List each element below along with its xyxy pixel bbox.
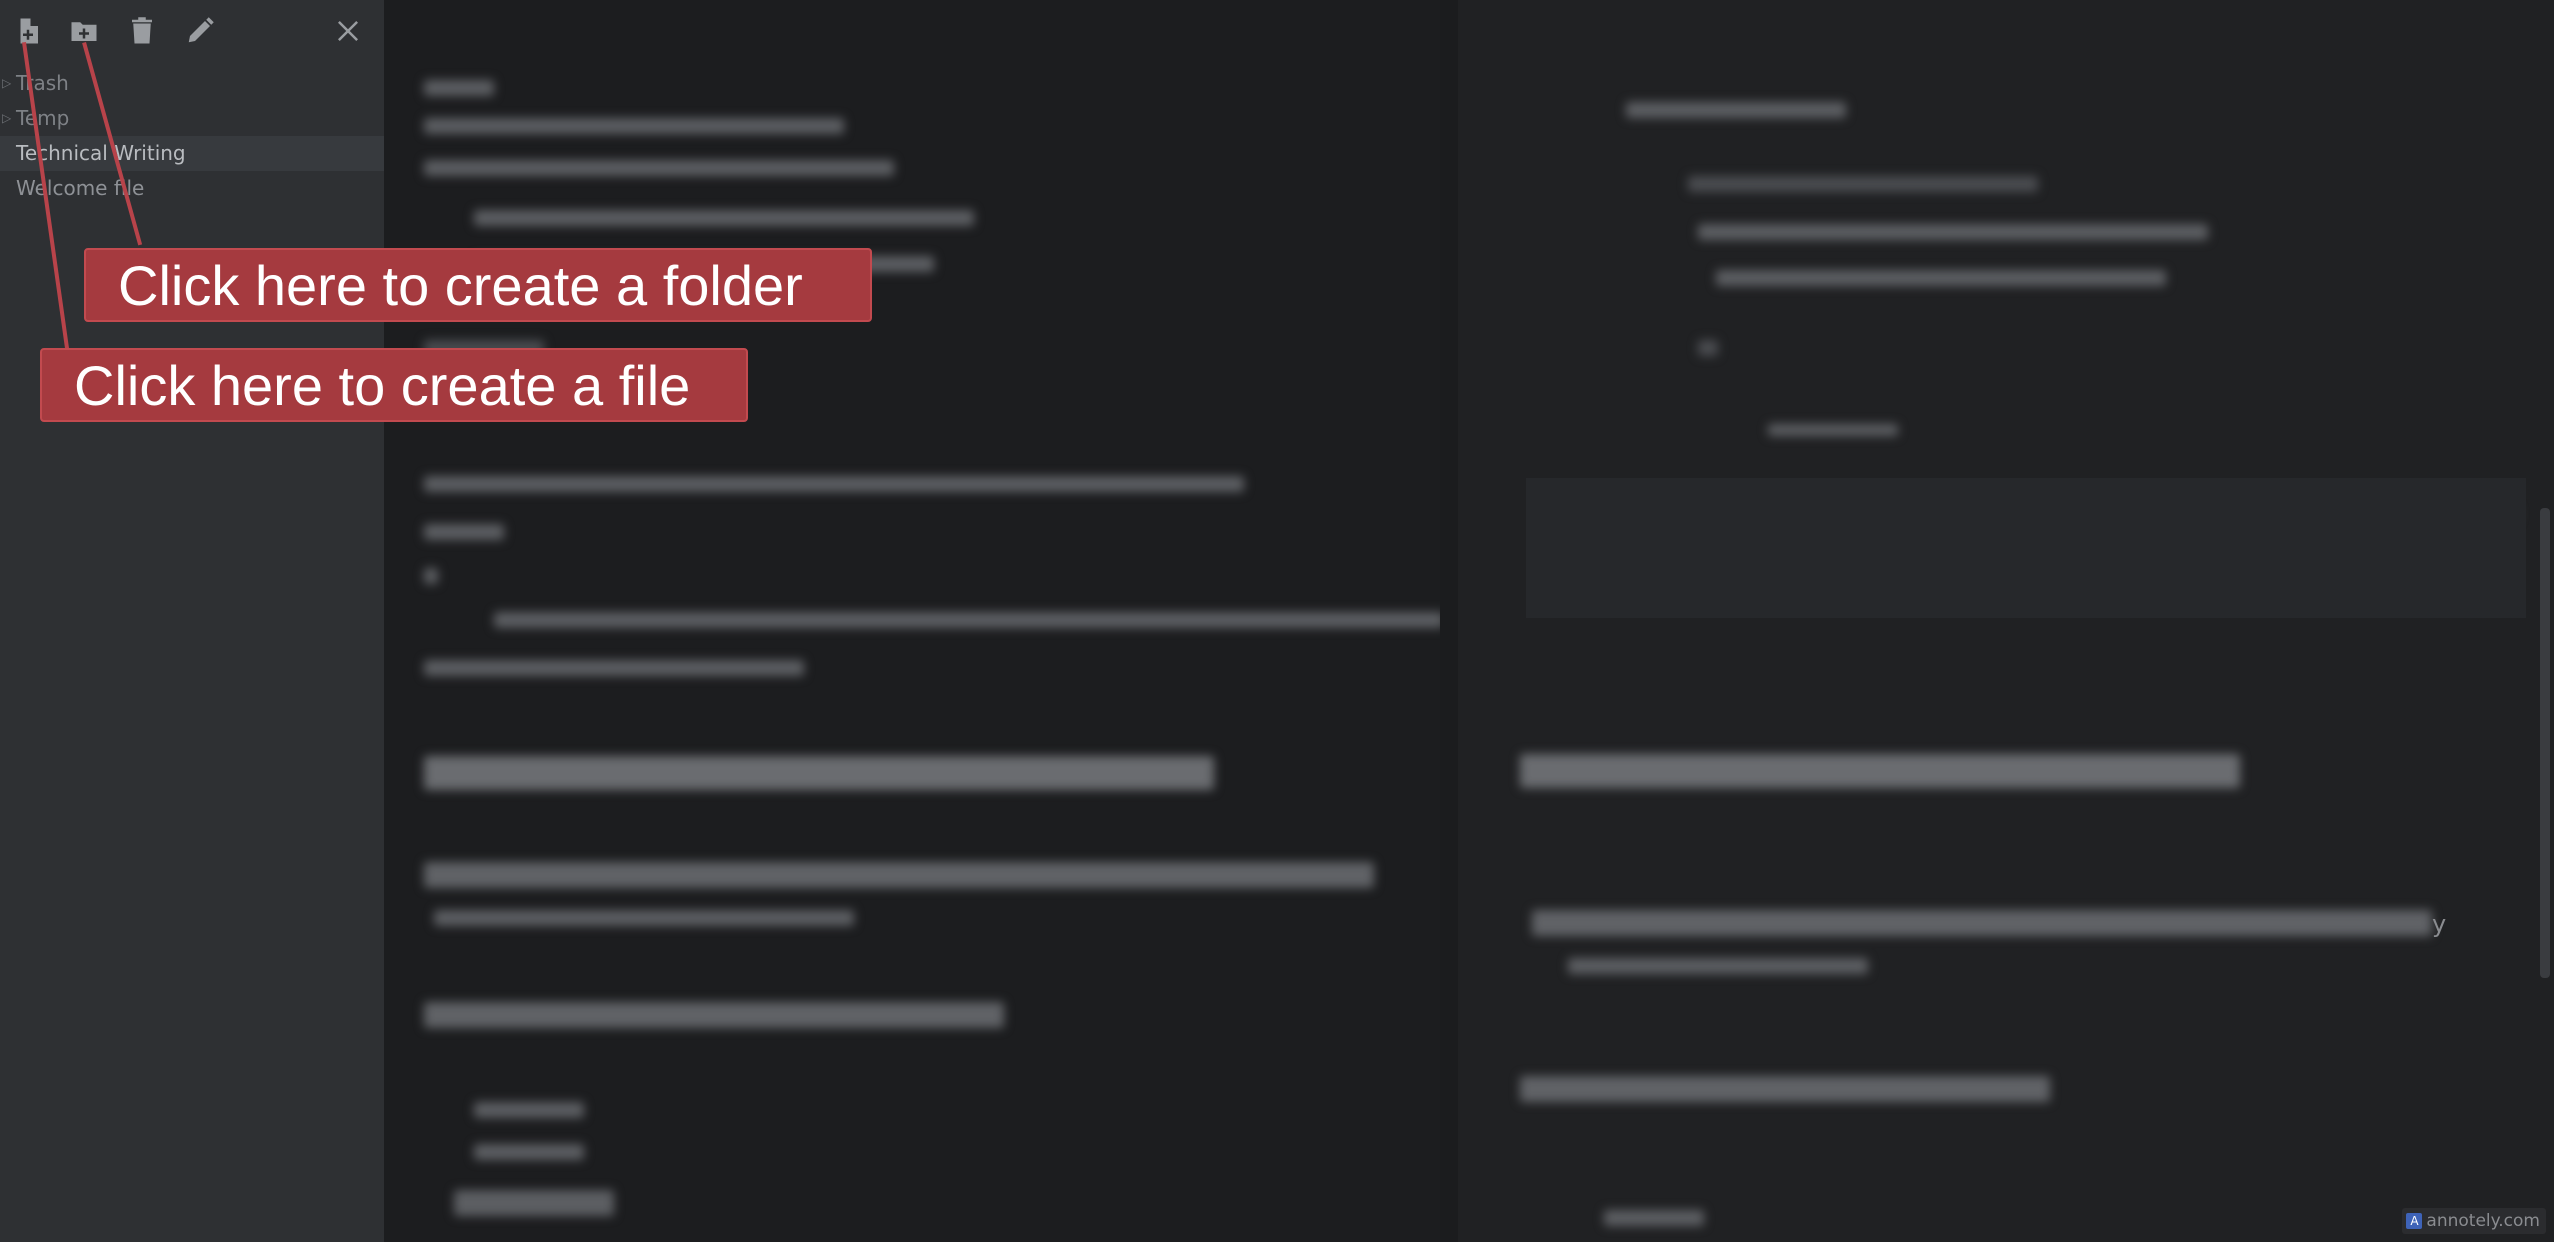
file-plus-icon <box>20 18 38 44</box>
editor-blur-heading <box>424 756 1214 790</box>
create-file-callout: Click here to create a file <box>40 348 748 422</box>
annotely-logo-icon: A <box>2406 1213 2423 1229</box>
preview-blur-line <box>1688 176 2038 192</box>
tree-item-label: Trash <box>16 71 69 95</box>
new-file-button[interactable] <box>8 12 48 50</box>
editor-blur-line <box>424 80 494 96</box>
editor-blur-line <box>424 476 1244 492</box>
watermark-text: annotely.com <box>2426 1211 2540 1231</box>
editor-blur-line <box>424 862 1374 888</box>
tree-item-label: Temp <box>16 106 70 130</box>
trash-icon <box>132 17 152 44</box>
explorer-toolbar <box>0 0 384 62</box>
callout-text: Click here to create a file <box>74 353 691 417</box>
preview-blur-line <box>1532 910 2432 936</box>
close-icon <box>338 21 358 41</box>
editor-blur-line <box>434 910 854 926</box>
preview-blur-line <box>1626 102 1846 118</box>
caret-right-icon: ▷ <box>2 76 12 90</box>
editor-blur-line <box>424 160 894 176</box>
tree-folder-trash[interactable]: ▷ Trash <box>0 66 384 101</box>
annotely-watermark: A annotely.com <box>2402 1208 2546 1234</box>
preview-blur-line <box>1768 424 1898 436</box>
editor-blur-line <box>424 660 804 676</box>
preview-blur-line <box>1716 270 2166 286</box>
create-folder-callout: Click here to create a folder <box>84 248 872 322</box>
preview-blur-line <box>1698 340 1718 356</box>
tree-file-technical-writing[interactable]: Technical Writing <box>0 136 384 171</box>
preview-code-block <box>1526 478 2526 618</box>
editor-blur-line <box>474 1102 584 1118</box>
editor-blur-line <box>474 210 974 226</box>
file-explorer-sidebar: ▷ Trash ▷ Temp Technical Writing Welcome… <box>0 0 384 1242</box>
callout-text: Click here to create a folder <box>118 253 803 317</box>
preview-blur-line <box>1568 958 1868 974</box>
preview-blur-heading <box>1520 754 2240 788</box>
preview-blur-line <box>1698 224 2208 240</box>
tree-folder-temp[interactable]: ▷ Temp <box>0 101 384 136</box>
editor-blur-line <box>424 118 844 134</box>
tree-file-welcome[interactable]: Welcome file <box>0 171 384 206</box>
editor-blur-line <box>474 1144 584 1160</box>
markdown-editor-pane[interactable] <box>384 0 1458 1242</box>
preview-pane <box>1458 0 2554 1242</box>
caret-right-icon: ▷ <box>2 111 12 125</box>
pencil-icon <box>188 17 214 43</box>
preview-scrollbar[interactable] <box>2540 508 2550 978</box>
preview-blur-line <box>1604 1210 1704 1226</box>
delete-button[interactable] <box>122 12 162 50</box>
editor-blur-line <box>494 612 1444 628</box>
preview-visible-char: y <box>2432 910 2447 938</box>
preview-blur-line <box>1520 1076 2050 1102</box>
editor-blur-line <box>424 1002 1004 1028</box>
editor-blur-line <box>454 1190 614 1216</box>
file-tree: ▷ Trash ▷ Temp Technical Writing Welcome… <box>0 66 384 206</box>
editor-blur-line <box>424 524 504 540</box>
pane-divider[interactable] <box>1440 0 1458 1242</box>
rename-button[interactable] <box>180 12 220 50</box>
close-sidebar-button[interactable] <box>328 12 368 50</box>
editor-blur-line <box>424 568 438 584</box>
